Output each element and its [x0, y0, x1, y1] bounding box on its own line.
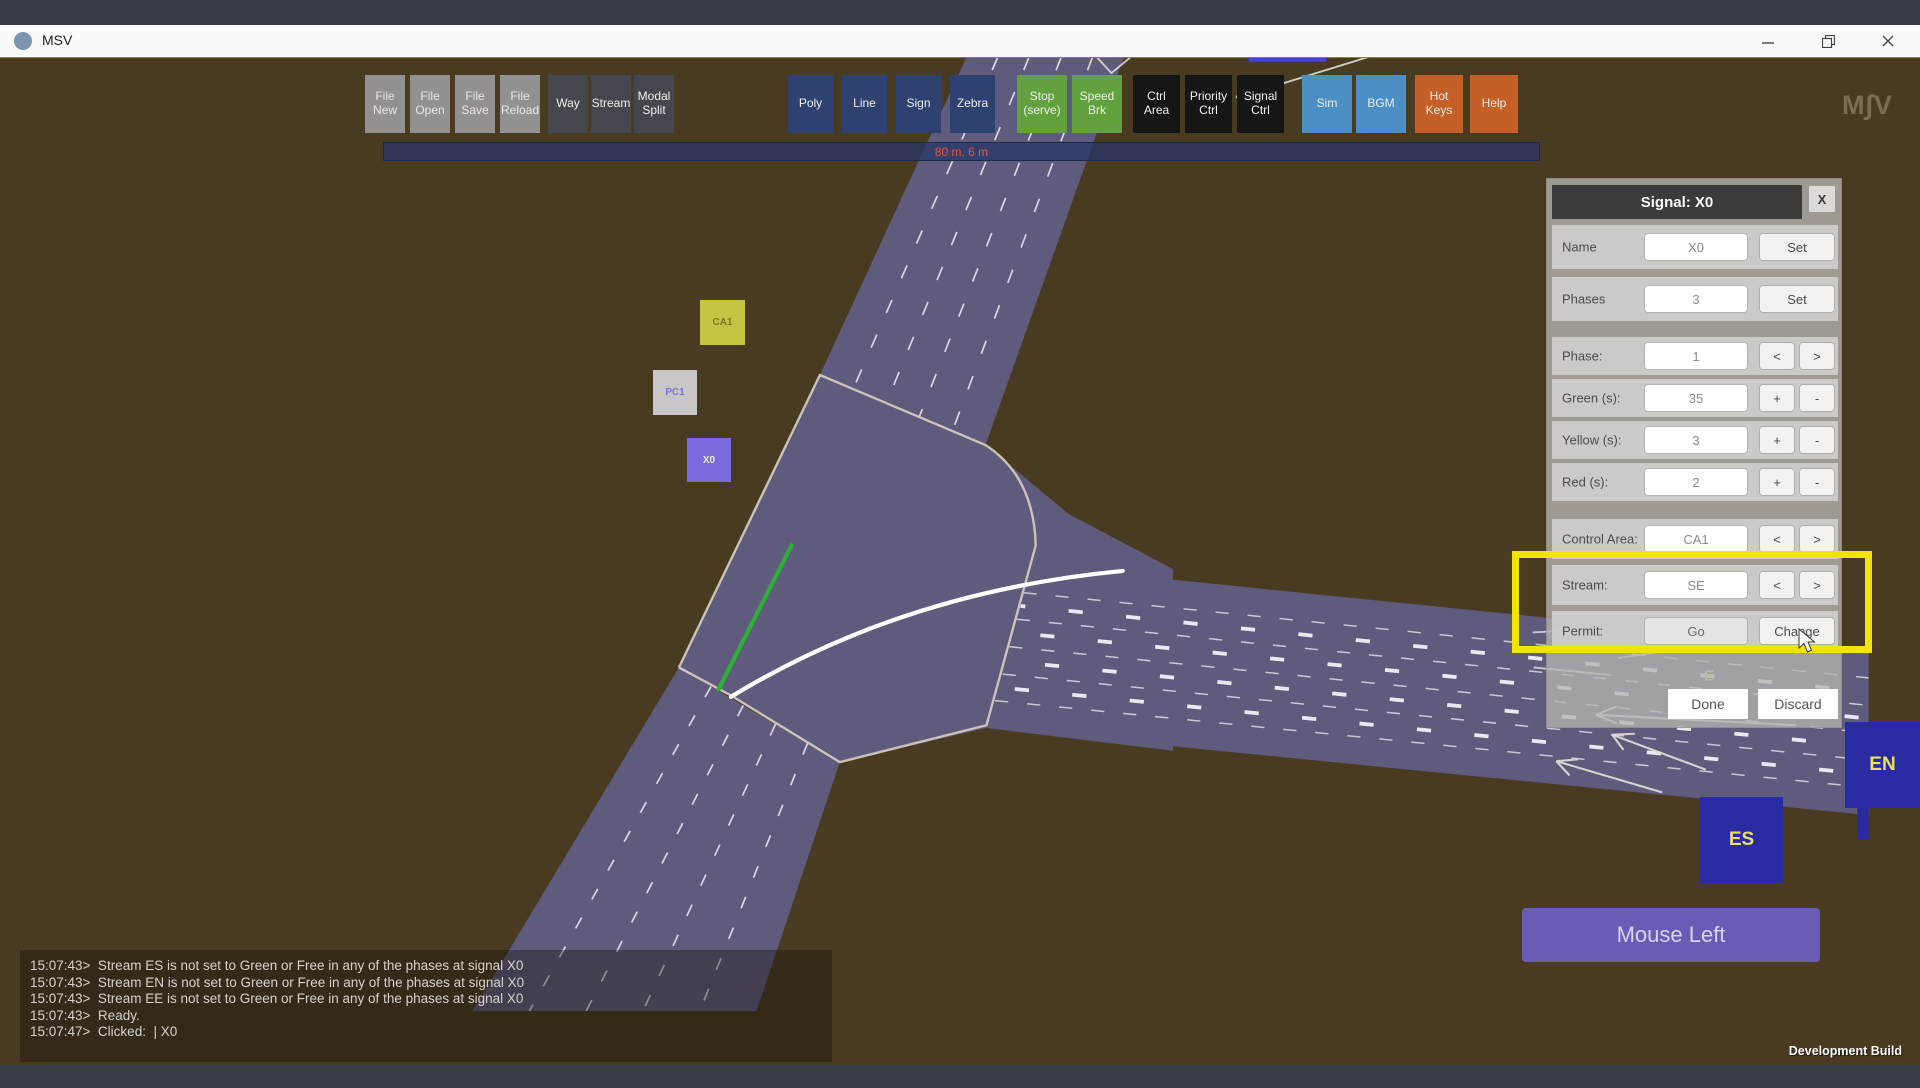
toolbar-group-misc: Hot Keys Help	[1415, 75, 1518, 133]
desktop-strip-top	[0, 0, 1920, 25]
toolbar-group-draw: Poly Line Sign Zebra	[788, 75, 995, 133]
phase-label: Phase:	[1562, 348, 1603, 364]
sign-button[interactable]: Sign	[896, 75, 941, 133]
stop-serve-button[interactable]: Stop (serve)	[1017, 75, 1067, 133]
signal-ctrl-button[interactable]: Signal Ctrl	[1237, 75, 1284, 133]
control-area-label: Control Area:	[1562, 531, 1638, 547]
restore-icon	[1821, 34, 1835, 48]
scale-bar-label: 80 m, 6 m	[934, 144, 989, 159]
yellow-plus-button[interactable]: +	[1759, 426, 1795, 454]
hot-keys-button[interactable]: Hot Keys	[1415, 75, 1463, 133]
toolbar-group-network: Way Stream Modal Split	[548, 75, 674, 133]
red-label: Red (s):	[1562, 474, 1609, 490]
mouse-left-hint-button[interactable]: Mouse Left	[1522, 908, 1820, 962]
green-minus-button[interactable]: -	[1799, 384, 1835, 412]
log-line: 15:07:43> Stream EE is not set to Green …	[30, 991, 524, 1007]
log-line: 15:07:43> Ready.	[30, 1007, 140, 1023]
phases-set-button[interactable]: Set	[1759, 285, 1835, 313]
minimize-button[interactable]	[1746, 25, 1790, 57]
name-label: Name	[1562, 239, 1597, 255]
priority-ctrl-button[interactable]: Priority Ctrl	[1185, 75, 1232, 133]
modal-split-button[interactable]: Modal Split	[634, 75, 674, 133]
yellow-minus-button[interactable]: -	[1799, 426, 1835, 454]
desktop-strip-bottom	[0, 1065, 1920, 1088]
development-build-label: Development Build	[1788, 1044, 1902, 1058]
toolbar-group-control: Ctrl Area Priority Ctrl Signal Ctrl	[1133, 75, 1284, 133]
window-titlebar: MSV	[0, 25, 1920, 58]
help-button[interactable]: Help	[1470, 75, 1518, 133]
close-button[interactable]	[1866, 25, 1910, 57]
discard-button[interactable]: Discard	[1758, 689, 1838, 719]
name-input[interactable]: X0	[1644, 233, 1748, 261]
file-new-button[interactable]: File New	[365, 75, 405, 133]
close-icon	[1882, 35, 1894, 47]
green-label: Green (s):	[1562, 390, 1621, 406]
toolbar-group-file: File New File Open File Save File Reload	[365, 75, 540, 133]
red-minus-button[interactable]: -	[1799, 468, 1835, 496]
phase-next-button[interactable]: >	[1799, 342, 1835, 370]
priority-ctrl-label-pc1[interactable]: PC1	[653, 370, 697, 415]
stream-label-en[interactable]: EN	[1845, 722, 1920, 808]
sim-button[interactable]: Sim	[1302, 75, 1352, 133]
log-line: 15:07:43> Stream EN is not set to Green …	[30, 974, 525, 990]
signal-label-x0[interactable]: X0	[687, 438, 731, 482]
log-line: 15:07:47> Clicked: | X0	[30, 1024, 178, 1040]
phases-label: Phases	[1562, 291, 1606, 307]
yellow-input[interactable]: 3	[1644, 426, 1748, 454]
window-title: MSV	[42, 32, 73, 48]
stream-label-es[interactable]: ES	[1700, 797, 1783, 883]
toolbar-group-simulation: Sim BGM	[1302, 75, 1406, 133]
file-save-button[interactable]: File Save	[455, 75, 495, 133]
bgm-button[interactable]: BGM	[1356, 75, 1406, 133]
dialog-close-button[interactable]: X	[1808, 185, 1836, 213]
stream-button[interactable]: Stream	[591, 75, 631, 133]
scale-bar: 80 m, 6 m	[383, 142, 1540, 161]
dialog-row-phase: Phase: 1 < >	[1552, 337, 1838, 375]
yellow-label: Yellow (s):	[1562, 432, 1622, 448]
control-area-prev-button[interactable]: <	[1759, 525, 1795, 553]
toolbar-group-traffic: Stop (serve) Speed Brk	[1017, 75, 1122, 133]
msv-application-window: E MSV File New File Open File Save File …	[0, 0, 1920, 1088]
dialog-row-yellow: Yellow (s): 3 + -	[1552, 421, 1838, 459]
dialog-row-phases: Phases 3 Set	[1552, 277, 1838, 321]
dialog-title: Signal: X0	[1552, 185, 1802, 219]
log-line: 15:07:43> Stream ES is not set to Green …	[30, 958, 524, 973]
speed-brk-button[interactable]: Speed Brk	[1072, 75, 1122, 133]
msv-logo-watermark: M∫V	[1842, 90, 1893, 120]
way-button[interactable]: Way	[548, 75, 588, 133]
phase-prev-button[interactable]: <	[1759, 342, 1795, 370]
control-area-next-button[interactable]: >	[1799, 525, 1835, 553]
green-input[interactable]: 35	[1644, 384, 1748, 412]
app-icon	[14, 32, 32, 50]
phases-input[interactable]: 3	[1644, 285, 1748, 313]
minimize-icon	[1762, 42, 1774, 44]
mouse-cursor	[1798, 628, 1816, 653]
line-button[interactable]: Line	[842, 75, 887, 133]
dialog-row-name: Name X0 Set	[1552, 225, 1838, 269]
zebra-button[interactable]: Zebra	[950, 75, 995, 133]
file-open-button[interactable]: File Open	[410, 75, 450, 133]
name-set-button[interactable]: Set	[1759, 233, 1835, 261]
red-input[interactable]: 2	[1644, 468, 1748, 496]
log-console: 15:07:43> Stream ES is not set to Green …	[20, 950, 832, 1062]
file-reload-button[interactable]: File Reload	[500, 75, 540, 133]
dialog-row-green: Green (s): 35 + -	[1552, 379, 1838, 417]
green-plus-button[interactable]: +	[1759, 384, 1795, 412]
done-button[interactable]: Done	[1668, 689, 1748, 719]
control-area-input[interactable]: CA1	[1644, 525, 1748, 553]
ctrl-area-button[interactable]: Ctrl Area	[1133, 75, 1180, 133]
phase-input[interactable]: 1	[1644, 342, 1748, 370]
poly-button[interactable]: Poly	[788, 75, 833, 133]
red-plus-button[interactable]: +	[1759, 468, 1795, 496]
restore-button[interactable]	[1806, 25, 1850, 57]
dialog-row-red: Red (s): 2 + -	[1552, 463, 1838, 501]
control-area-label-ca1[interactable]: CA1	[700, 300, 745, 345]
